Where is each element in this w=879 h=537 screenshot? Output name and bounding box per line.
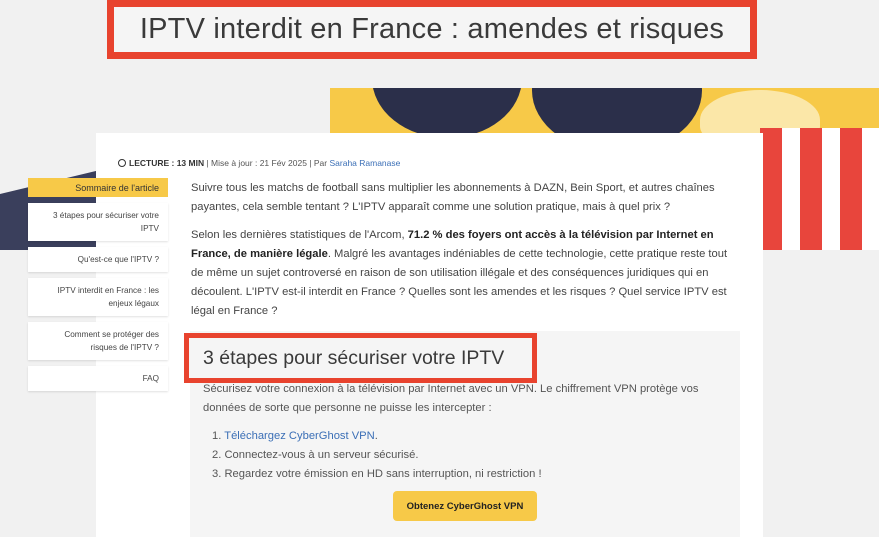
reading-time: LECTURE : 13 MIN: [129, 158, 205, 168]
clock-icon: [118, 159, 126, 167]
stats-paragraph: Selon les dernières statistiques de l'Ar…: [191, 226, 739, 321]
section-heading: 3 étapes pour sécuriser votre IPTV: [189, 338, 532, 378]
toc-header: Sommaire de l'article: [28, 178, 168, 197]
stats-lead: Selon les dernières statistiques de l'Ar…: [191, 229, 405, 241]
article-meta: LECTURE : 13 MIN | Mise à jour : 21 Fév …: [118, 158, 400, 168]
toc-item-faq[interactable]: FAQ: [28, 366, 168, 391]
download-link[interactable]: Téléchargez CyberGhost VPN: [224, 430, 374, 442]
section-text: Sécurisez votre connexion à la télévisio…: [203, 383, 699, 414]
toc-item-se-proteger[interactable]: Comment se protéger des risques de l'IPT…: [28, 322, 168, 360]
toc-item-securiser[interactable]: 3 étapes pour sécuriser votre IPTV: [28, 203, 168, 241]
section-heading-frame: 3 étapes pour sécuriser votre IPTV: [184, 333, 537, 383]
toc-item-enjeux-legaux[interactable]: IPTV interdit en France : les enjeux lég…: [28, 278, 168, 316]
intro-paragraph: Suivre tous les matchs de football sans …: [191, 182, 715, 213]
list-item: 2. Connectez-vous à un serveur sécurisé.: [212, 449, 419, 461]
update-date: | Mise à jour : 21 Fév 2025 | Par: [206, 158, 328, 168]
page-title: IPTV interdit en France : amendes et ris…: [114, 7, 750, 52]
toc-item-quest-ce-que[interactable]: Qu'est-ce que l'IPTV ?: [28, 247, 168, 272]
page-title-frame: IPTV interdit en France : amendes et ris…: [107, 0, 757, 59]
author-link[interactable]: Saraha Ramanase: [329, 158, 400, 168]
get-cyberghost-button[interactable]: Obtenez CyberGhost VPN: [393, 491, 537, 521]
list-item: 3. Regardez votre émission en HD sans in…: [212, 468, 542, 480]
list-item: 1. Téléchargez CyberGhost VPN.: [212, 430, 378, 442]
steps-list: 1. Téléchargez CyberGhost VPN. 2. Connec…: [212, 427, 542, 484]
table-of-contents: Sommaire de l'article 3 étapes pour sécu…: [28, 178, 168, 391]
